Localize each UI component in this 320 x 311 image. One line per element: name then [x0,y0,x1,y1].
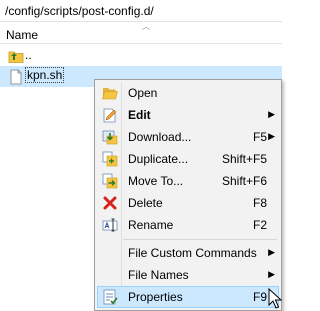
menu-item-open[interactable]: Open [97,82,279,104]
menu-item-properties[interactable]: Properties F9 [97,286,279,308]
parent-folder-icon [8,51,24,63]
file-name: .. [25,48,32,62]
menu-item-duplicate[interactable]: Duplicate... Shift+F5 [97,148,279,170]
menu-item-label: Download... [128,130,192,144]
menu-item-rename[interactable]: Rename F2 [97,214,279,236]
menu-item-file-custom-commands[interactable]: File Custom Commands ▶ [97,242,279,264]
menu-item-label: Edit [128,108,151,122]
menu-item-label: Rename [128,218,174,232]
delete-icon [103,196,117,210]
properties-icon [103,289,118,305]
menu-item-shortcut: F2 [252,218,267,232]
menu-item-delete[interactable]: Delete F8 [97,192,279,214]
submenu-arrow-icon: ▶ [268,269,275,279]
submenu-arrow-icon: ▶ [268,109,275,119]
path-text: /config/scripts/post-config.d/ [5,4,154,18]
mouse-pointer-icon [268,288,282,309]
sort-indicator-icon: ︿ [142,22,150,31]
download-icon [102,130,118,145]
menu-item-shortcut: Shift+F6 [221,174,267,188]
menu-separator [123,239,277,240]
menu-item-shortcut: Shift+F5 [221,152,267,166]
submenu-arrow-icon: ▶ [268,247,275,257]
menu-item-label: Open [128,86,158,100]
menu-item-edit[interactable]: Edit ▶ [97,104,279,126]
menu-item-file-names[interactable]: File Names ▶ [97,264,279,286]
submenu-arrow-icon: ▶ [268,131,275,141]
rename-icon [102,218,118,232]
duplicate-icon [102,151,118,167]
menu-item-label: File Names [128,268,189,282]
menu-item-shortcut: F9 [252,290,267,304]
menu-item-label: Properties [128,290,183,304]
file-icon [10,69,22,85]
menu-item-shortcut: F5 [252,130,267,144]
edit-icon [103,108,117,123]
file-row-parent[interactable]: .. [0,45,282,66]
open-folder-icon [102,88,118,100]
menu-item-label: File Custom Commands [128,246,257,260]
menu-item-label: Delete [128,196,163,210]
file-name: kpn.sh [25,67,65,83]
name-column-header[interactable]: Name [6,28,38,42]
column-header: ︿ Name [0,22,282,44]
menu-item-label: Duplicate... [128,152,189,166]
move-icon [102,173,118,189]
menu-item-move-to[interactable]: Move To... Shift+F6 [97,170,279,192]
path-bar[interactable]: /config/scripts/post-config.d/ [0,0,282,22]
menu-item-download[interactable]: Download... F5 ▶ [97,126,279,148]
context-menu: Open Edit ▶ Download... F5 ▶ Duplicate..… [94,79,282,311]
menu-item-shortcut: F8 [252,196,267,210]
menu-item-label: Move To... [128,174,184,188]
